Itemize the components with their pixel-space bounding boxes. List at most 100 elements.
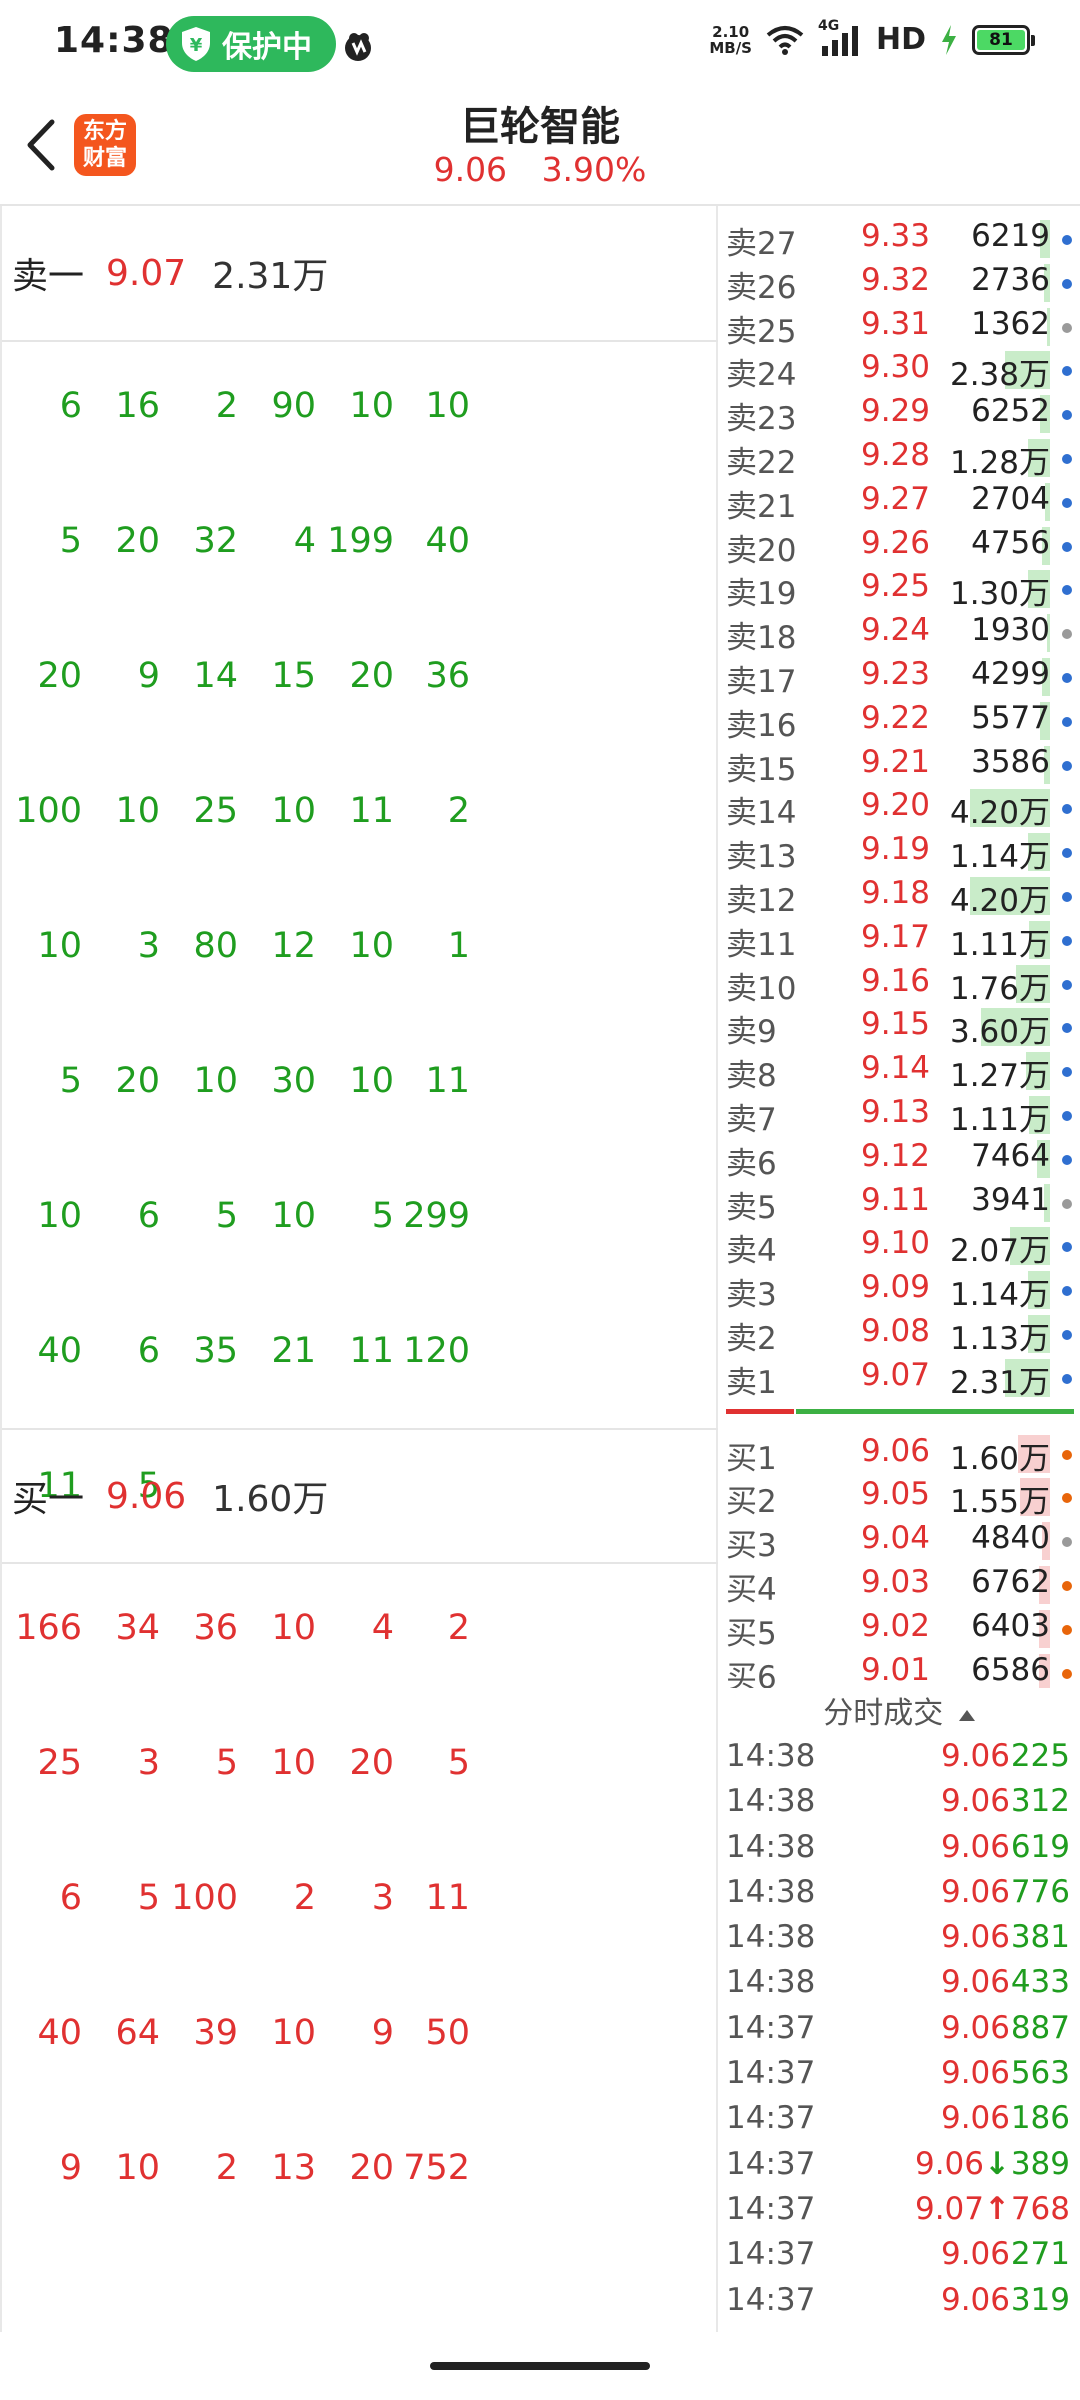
trade-row[interactable]: 14:38 9.06 776 — [720, 1870, 1080, 1915]
level-dot-icon — [1062, 935, 1072, 946]
sell-one-summary[interactable]: 卖一 9.07 2.31万 — [2, 206, 718, 342]
ask-level[interactable]: 卖18 9.24 1930 — [720, 610, 1080, 656]
level-dot-icon — [1062, 1198, 1072, 1209]
ask-level[interactable]: 卖7 9.13 1.11万 — [720, 1092, 1080, 1138]
queue-row: 40 6 35 21 11 120 — [2, 1287, 718, 1422]
queue-row: 10 6 5 10 5 299 — [2, 1152, 718, 1287]
ask-level[interactable]: 卖10 9.16 1.76万 — [720, 961, 1080, 1007]
ask-level[interactable]: 卖19 9.25 1.30万 — [720, 566, 1080, 612]
trade-volume: 433 — [1010, 1964, 1070, 2001]
trade-row[interactable]: 14:38 9.06 225 — [720, 1734, 1080, 1779]
ask-level[interactable]: 卖25 9.31 1362 — [720, 304, 1080, 350]
trade-row[interactable]: 14:37 9.06 563 — [720, 2051, 1080, 2096]
protection-badge[interactable]: ¥ 保护中 — [166, 16, 336, 72]
trade-volume: 312 — [1010, 1783, 1070, 1820]
ask-level[interactable]: 卖26 9.32 2736 — [720, 260, 1080, 306]
ask-level[interactable]: 卖12 9.18 4.20万 — [720, 873, 1080, 919]
buy-one-volume: 1.60万 — [212, 1479, 329, 1520]
trade-row[interactable]: 14:37 9.06 887 — [720, 2006, 1080, 2051]
order-book[interactable]: 卖27 9.33 6219 卖26 9.32 2736 卖25 9.31 1362 卖24 9.30… — [720, 206, 1080, 1688]
trade-volume: 619 — [1010, 1828, 1070, 1865]
trade-price-value: 9.06 — [940, 2009, 1010, 2046]
trade-row[interactable]: 14:38 9.06 433 — [720, 1960, 1080, 2005]
level-dot-icon — [1062, 410, 1072, 421]
buy-one-summary[interactable]: 买一 9.06 1.60万 — [2, 1428, 718, 1564]
level-volume: 1.60万 — [949, 1440, 1050, 1477]
bid-level[interactable]: 买1 9.06 1.60万 — [720, 1431, 1080, 1477]
ask-level[interactable]: 卖16 9.22 5577 — [720, 698, 1080, 744]
stock-name: 巨轮智能 — [460, 104, 620, 150]
level-volume: 2.38万 — [949, 357, 1050, 394]
level-volume: 4.20万 — [949, 883, 1050, 919]
level-dot-icon — [1062, 629, 1072, 640]
ask-level[interactable]: 卖21 9.27 2704 — [720, 479, 1080, 525]
ask-level[interactable]: 卖20 9.26 4756 — [720, 523, 1080, 569]
trade-time: 14:37 — [726, 2100, 816, 2137]
level-label: 卖21 — [726, 488, 797, 525]
bid-ask-divider-red — [726, 1408, 794, 1414]
trade-row[interactable]: 14:37 9.07↑ 768 — [720, 2187, 1080, 2232]
bid-level[interactable]: 买3 9.04 4840 — [720, 1518, 1080, 1564]
ask-level[interactable]: 卖23 9.29 6252 — [720, 391, 1080, 437]
wifi-icon — [766, 25, 804, 55]
level-label: 卖12 — [726, 883, 797, 919]
trade-price: 9.06 — [870, 2100, 1010, 2136]
trades-header[interactable]: 分时成交 — [720, 1688, 1080, 1734]
trade-price-value: 9.06 — [940, 2100, 1010, 2137]
level-volume: 6252 — [971, 393, 1050, 430]
home-indicator[interactable] — [430, 2362, 650, 2370]
level-label: 买6 — [726, 1659, 777, 1688]
trades-list[interactable]: 14:38 9.06 225 14:38 9.06 312 14:38 9.06 619 14:3… — [720, 1734, 1080, 2323]
trade-row[interactable]: 14:37 9.06 186 — [720, 2096, 1080, 2141]
trade-volume: 768 — [1010, 2190, 1070, 2227]
ask-level[interactable]: 卖2 9.08 1.13万 — [720, 1311, 1080, 1357]
sell-one-price: 9.07 — [106, 252, 187, 294]
ask-level[interactable]: 卖11 9.17 1.11万 — [720, 917, 1080, 963]
ask-level[interactable]: 卖17 9.23 4299 — [720, 654, 1080, 700]
trade-row[interactable]: 14:37 9.06 319 — [720, 2278, 1080, 2323]
ask-level[interactable]: 卖15 9.21 3586 — [720, 742, 1080, 788]
trade-row[interactable]: 14:37 9.06↓ 389 — [720, 2142, 1080, 2187]
level-label: 卖5 — [726, 1189, 777, 1226]
ask-level[interactable]: 卖14 9.20 4.20万 — [720, 785, 1080, 831]
status-time: 14:38 — [54, 20, 174, 61]
bid-level[interactable]: 买6 9.01 6586 — [720, 1650, 1080, 1688]
ask-level[interactable]: 卖3 9.09 1.14万 — [720, 1267, 1080, 1313]
trade-time: 14:38 — [726, 1964, 816, 2001]
trade-row[interactable]: 14:37 9.06 271 — [720, 2232, 1080, 2277]
trade-row[interactable]: 14:38 9.06 619 — [720, 1825, 1080, 1870]
level-dot-icon — [1062, 1493, 1072, 1504]
triangle-up-icon — [958, 1709, 975, 1721]
level-label: 卖8 — [726, 1058, 777, 1095]
bid-level[interactable]: 买4 9.03 6762 — [720, 1562, 1080, 1608]
trade-row[interactable]: 14:38 9.06 381 — [720, 1915, 1080, 1960]
trade-row[interactable]: 14:38 9.06 312 — [720, 1779, 1080, 1824]
ask-level[interactable]: 卖4 9.10 2.07万 — [720, 1223, 1080, 1269]
ask-level[interactable]: 卖5 9.11 3941 — [720, 1180, 1080, 1226]
level-dot-icon — [1062, 541, 1072, 552]
ask-level[interactable]: 卖24 9.30 2.38万 — [720, 347, 1080, 394]
level-volume: 2.31万 — [949, 1364, 1050, 1401]
level-dot-icon — [1062, 1242, 1072, 1253]
level-label: 卖27 — [726, 226, 797, 262]
ask-level[interactable]: 卖9 9.15 3.60万 — [720, 1004, 1080, 1050]
level-dot-icon — [1062, 979, 1072, 990]
ask-level[interactable]: 卖22 9.28 1.28万 — [720, 435, 1080, 481]
ask-level[interactable]: 卖6 9.12 7464 — [720, 1136, 1080, 1182]
bid-level[interactable]: 买2 9.05 1.55万 — [720, 1474, 1080, 1520]
ask-level[interactable]: 卖8 9.14 1.27万 — [720, 1048, 1080, 1095]
ask-level[interactable]: 卖27 9.33 6219 — [720, 216, 1080, 262]
trade-volume: 271 — [1010, 2236, 1070, 2273]
level-volume: 4756 — [971, 524, 1050, 561]
level-volume: 3586 — [971, 743, 1050, 780]
trade-time: 14:38 — [726, 1783, 816, 1820]
bid-level[interactable]: 买5 9.02 6403 — [720, 1606, 1080, 1652]
level-label: 买4 — [726, 1572, 777, 1608]
status-icons: 2.10 MB/S 4G HD 81 — [709, 18, 1035, 57]
current-price: 9.06 — [433, 150, 508, 189]
trade-price: 9.06 — [870, 1919, 1010, 1955]
trade-price: 9.06 — [870, 1964, 1010, 2000]
level-volume: 1.13万 — [949, 1321, 1050, 1357]
ask-level[interactable]: 卖1 9.07 2.31万 — [720, 1355, 1080, 1401]
ask-level[interactable]: 卖13 9.19 1.14万 — [720, 829, 1080, 875]
